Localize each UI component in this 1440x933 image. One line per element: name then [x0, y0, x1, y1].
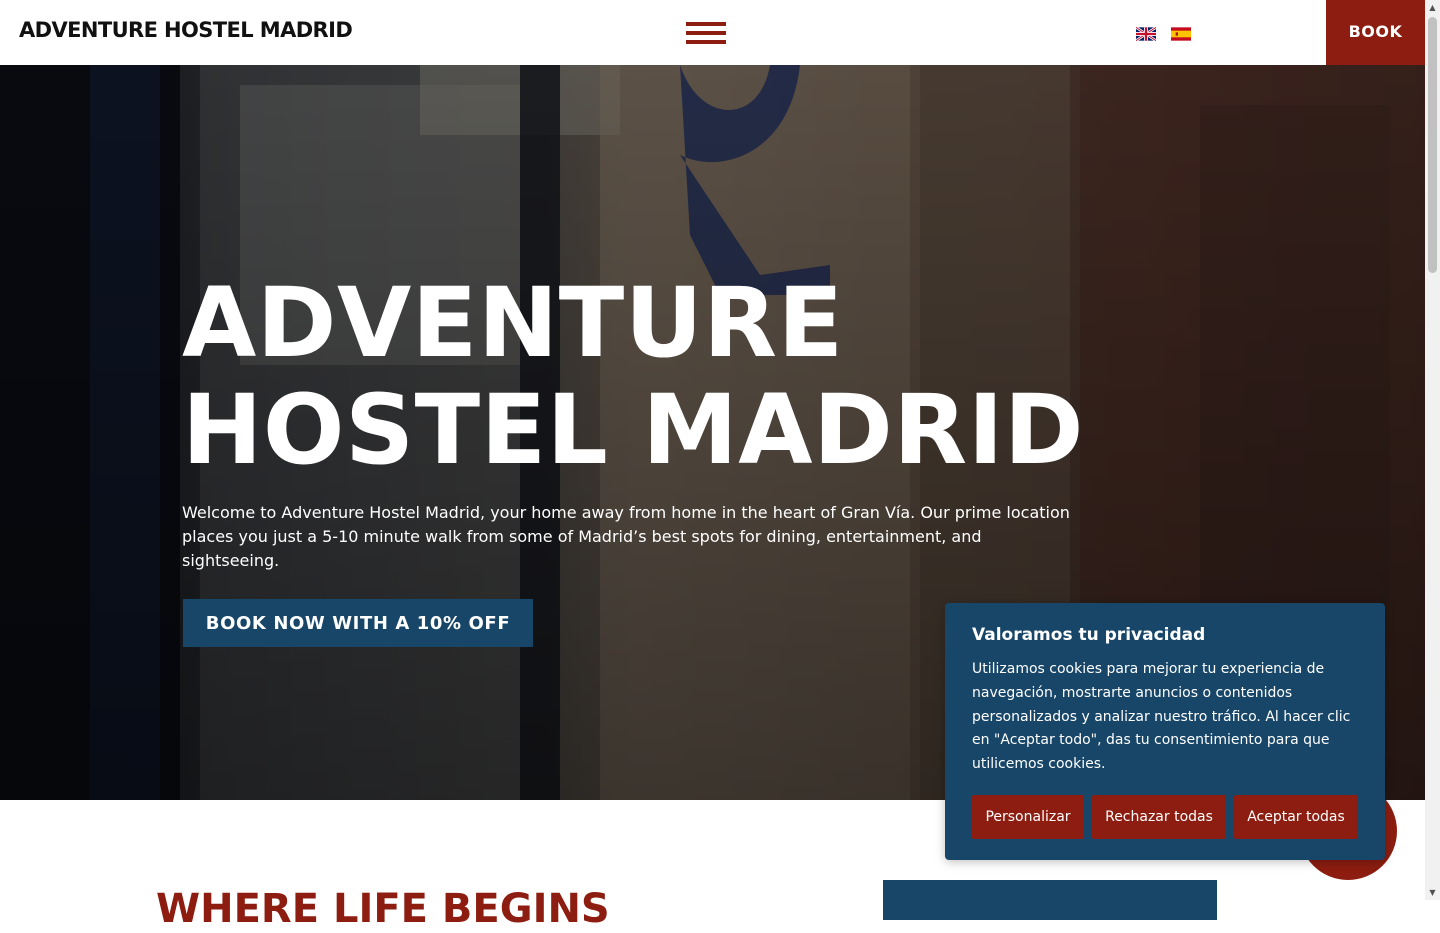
hero-title-line2: HOSTEL MADRID: [182, 374, 1085, 486]
book-now-discount-button[interactable]: BOOK NOW WITH A 10% OFF: [183, 599, 533, 647]
hero-title: ADVENTURE HOSTEL MADRID: [182, 270, 1084, 484]
booking-side-card: [883, 880, 1217, 920]
hamburger-menu-icon[interactable]: [686, 22, 726, 48]
hero-title-line1: ADVENTURE: [182, 267, 844, 379]
uk-flag-icon[interactable]: [1136, 27, 1156, 41]
cookie-banner-title: Valoramos tu privacidad: [972, 625, 1206, 645]
section-title: WHERE LIFE BEGINS: [156, 886, 610, 932]
site-logo-text[interactable]: ADVENTURE HOSTEL MADRID: [19, 18, 353, 42]
scroll-down-arrow-icon[interactable]: ▼: [1425, 885, 1440, 900]
menu-bar: [686, 22, 726, 26]
accept-all-cookies-button[interactable]: Aceptar todas: [1234, 795, 1358, 839]
scroll-up-arrow-icon[interactable]: ▲: [1425, 0, 1440, 15]
cookie-consent-banner: Valoramos tu privacidad Utilizamos cooki…: [945, 603, 1385, 860]
page-scrollbar[interactable]: ▲ ▼: [1425, 0, 1440, 900]
spain-flag-icon[interactable]: [1171, 27, 1191, 41]
cookie-banner-text: Utilizamos cookies para mejorar tu exper…: [972, 661, 1351, 773]
site-header: ADVENTURE HOSTEL MADRID BOOK: [0, 0, 1425, 65]
customize-cookies-button[interactable]: Personalizar: [972, 795, 1084, 839]
menu-bar: [686, 31, 726, 35]
menu-bar: [686, 40, 726, 44]
book-button[interactable]: BOOK: [1326, 0, 1425, 65]
scroll-thumb[interactable]: [1428, 17, 1437, 273]
hero-description: Welcome to Adventure Hostel Madrid, your…: [182, 503, 1070, 570]
reject-all-cookies-button[interactable]: Rechazar todas: [1092, 795, 1226, 839]
